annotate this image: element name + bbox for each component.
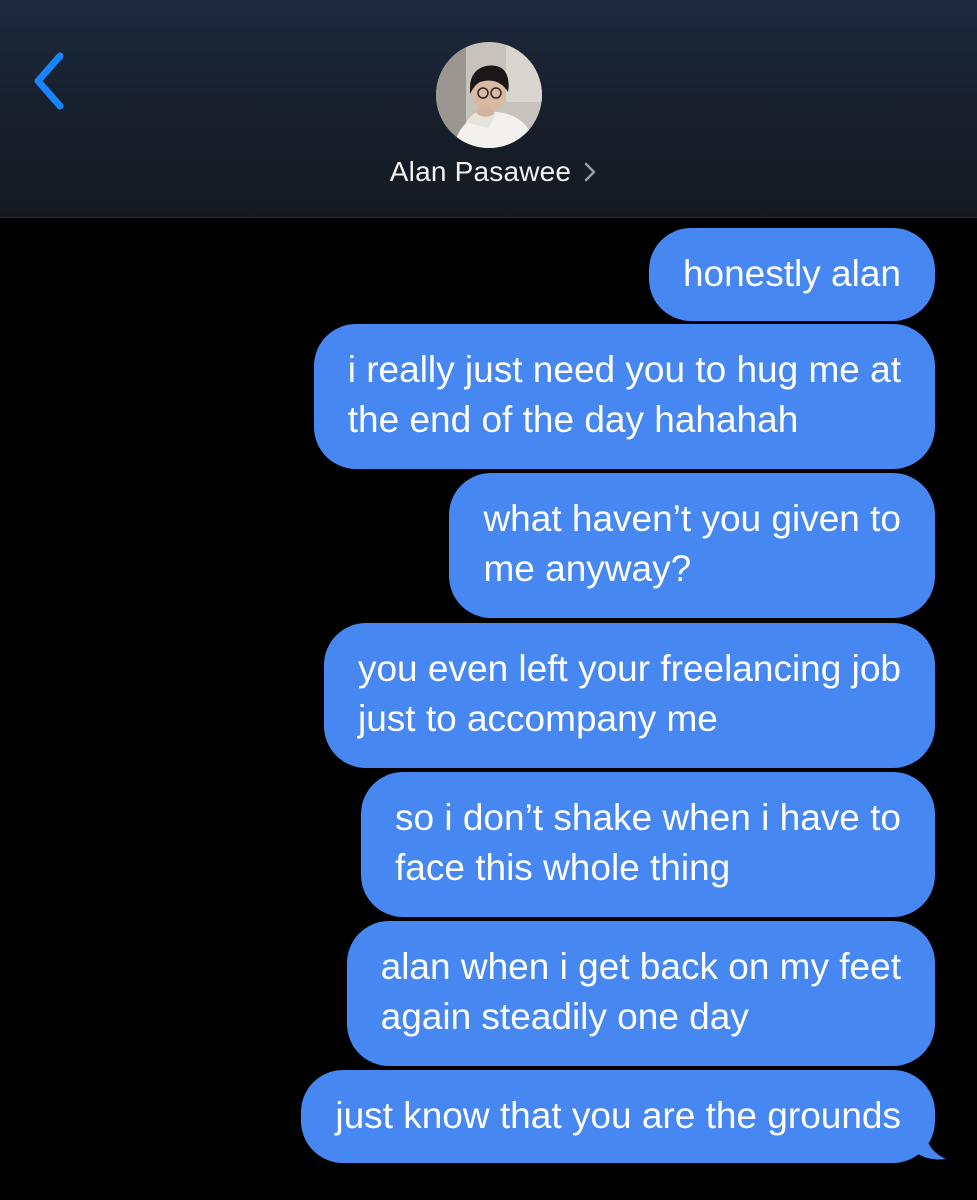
chevron-left-icon xyxy=(34,52,64,110)
message-text: alan when i get back on my feet xyxy=(380,946,901,987)
message-list: honestly alan i really just need you to … xyxy=(0,218,977,1200)
conversation-screen: Alan Pasawee honestly alan i really just… xyxy=(0,0,977,1200)
message-bubble[interactable]: alan when i get back on my feet again st… xyxy=(346,921,935,1066)
message-text: again steadily one day xyxy=(380,996,749,1037)
chevron-right-icon xyxy=(584,162,596,182)
message-text: what haven’t you given to xyxy=(483,498,901,539)
message-bubble[interactable]: what haven’t you given to me anyway? xyxy=(449,473,935,618)
conversation-header: Alan Pasawee xyxy=(0,0,977,218)
message-text: face this whole thing xyxy=(395,847,731,888)
message-text: me anyway? xyxy=(483,548,692,589)
message-text: the end of the day hahahah xyxy=(347,399,799,440)
message-text: just know that you are the grounds xyxy=(335,1095,901,1136)
message-text: you even left your freelancing job xyxy=(357,648,901,689)
message-bubble[interactable]: you even left your freelancing job just … xyxy=(323,623,935,768)
message-text: just to accompany me xyxy=(357,698,718,739)
message-text: i really just need you to hug me at xyxy=(347,349,901,390)
back-button[interactable] xyxy=(26,48,78,114)
bubble-tail-icon xyxy=(910,1123,946,1160)
message-bubble-last[interactable]: just know that you are the grounds xyxy=(301,1070,935,1163)
message-text: so i don’t shake when i have to xyxy=(395,797,901,838)
message-bubble[interactable]: i really just need you to hug me at the … xyxy=(313,324,935,469)
message-bubble[interactable]: honestly alan xyxy=(648,228,935,321)
contact-avatar[interactable] xyxy=(436,42,542,148)
avatar-photo xyxy=(436,42,542,148)
message-bubble[interactable]: so i don’t shake when i have to face thi… xyxy=(361,772,935,917)
contact-name-button[interactable]: Alan Pasawee xyxy=(0,150,977,194)
contact-name: Alan Pasawee xyxy=(389,156,572,187)
message-text: honestly alan xyxy=(682,253,901,294)
